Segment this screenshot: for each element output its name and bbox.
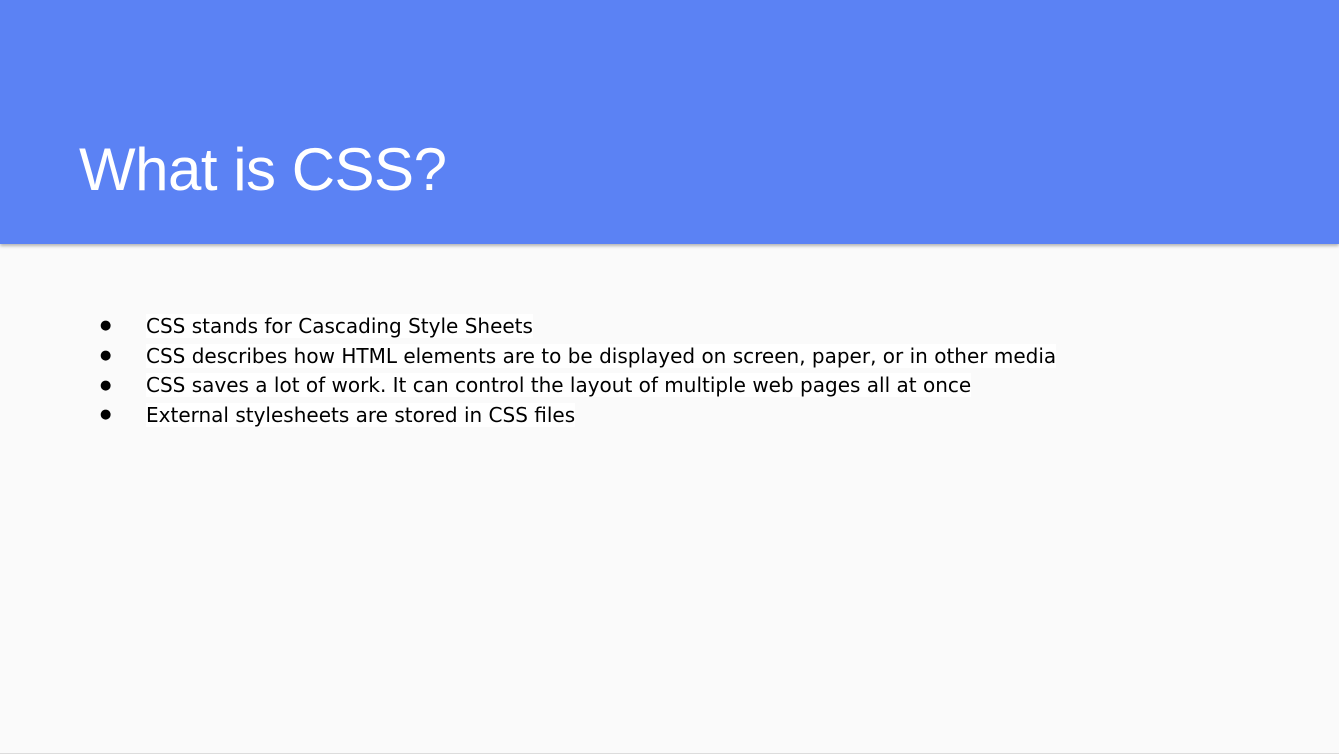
bullet-text: CSS saves a lot of work. It can control …	[146, 373, 972, 398]
slide-title: What is CSS?	[79, 136, 447, 203]
slide: What is CSS? ● CSS stands for Cascading …	[0, 0, 1339, 754]
list-item: ● CSS stands for Cascading Style Sheets	[99, 311, 1279, 341]
list-item: ● CSS describes how HTML elements are to…	[99, 341, 1279, 371]
bullet-marker: ●	[100, 348, 112, 364]
bullet-marker: ●	[100, 407, 112, 423]
list-item: ● External stylesheets are stored in CSS…	[99, 400, 1279, 430]
bullet-text: CSS describes how HTML elements are to b…	[146, 343, 1057, 368]
slide-header-band: What is CSS?	[0, 0, 1339, 244]
bullet-text: External stylesheets are stored in CSS f…	[146, 402, 576, 427]
list-item: ● CSS saves a lot of work. It can contro…	[99, 370, 1279, 400]
bullet-text: CSS stands for Cascading Style Sheets	[146, 313, 533, 338]
slide-body: ● CSS stands for Cascading Style Sheets …	[99, 311, 1279, 430]
bullet-list: ● CSS stands for Cascading Style Sheets …	[99, 311, 1279, 430]
bullet-marker: ●	[100, 318, 112, 334]
bullet-marker: ●	[100, 377, 112, 393]
